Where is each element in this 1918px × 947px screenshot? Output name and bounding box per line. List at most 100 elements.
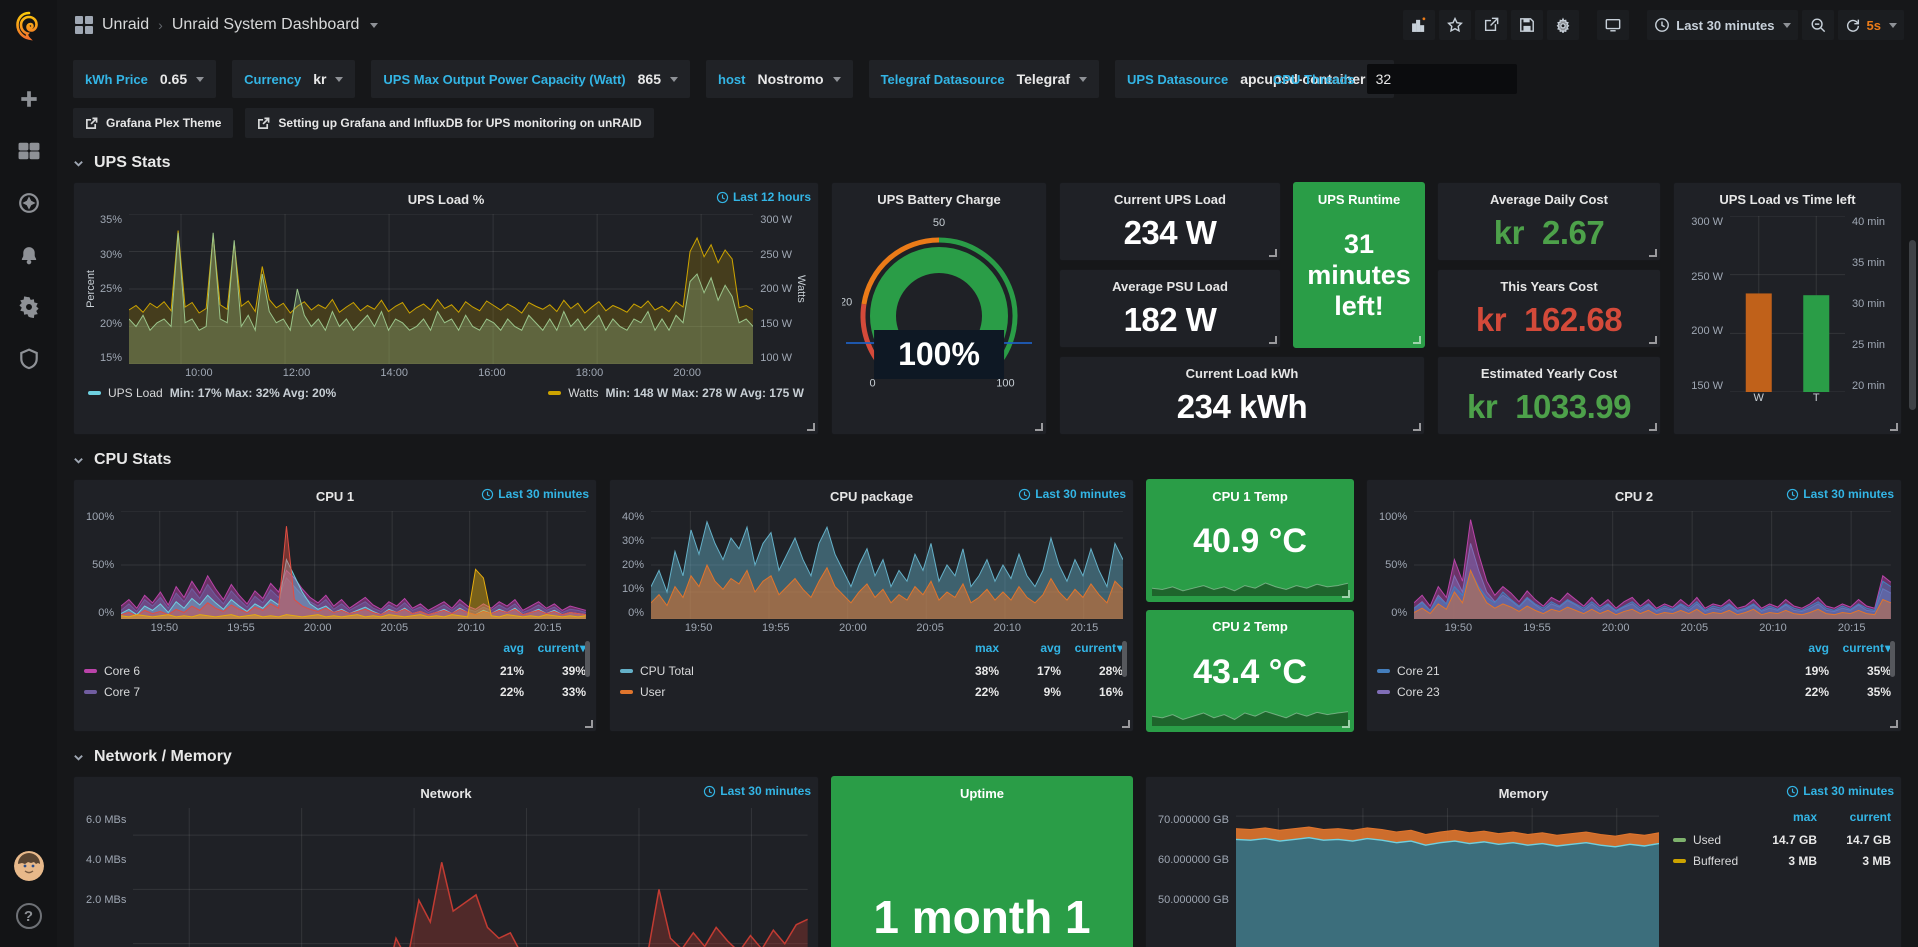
panel-title[interactable]: Average Daily Cost (1490, 192, 1608, 207)
save-dashboard-button[interactable] (1511, 10, 1543, 40)
server-admin-shield-icon[interactable] (16, 346, 42, 372)
panel-title[interactable]: Uptime (960, 786, 1004, 801)
panel-title[interactable]: Network (420, 786, 471, 801)
panel-title[interactable]: Current UPS Load (1114, 192, 1226, 207)
series-color-marker (548, 391, 561, 395)
share-dashboard-button[interactable] (1475, 10, 1507, 40)
panel-time-range[interactable]: Last 30 minutes (703, 784, 811, 798)
legend-scrollbar[interactable] (1890, 641, 1895, 677)
panel-title[interactable]: CPU 2 (1615, 489, 1653, 504)
load-vs-time-chart[interactable] (1730, 216, 1845, 392)
legend-series-name[interactable]: Used (1673, 833, 1743, 847)
variable-dropdown[interactable]: UPS Max Output Power Capacity (Watt) 865 (371, 60, 690, 98)
panel-title[interactable]: CPU 1 (316, 489, 354, 504)
legend-column-header[interactable]: current (1829, 641, 1891, 660)
external-link-icon (85, 117, 98, 130)
legend-series-name[interactable]: Watts (568, 386, 598, 400)
network-chart[interactable] (133, 808, 808, 947)
legend-column-header[interactable]: avg (1767, 641, 1829, 660)
panel-title[interactable]: Current Load kWh (1186, 366, 1299, 381)
row-header-cpu-stats[interactable]: CPU Stats (73, 443, 1902, 477)
legend-series-name[interactable]: Buffered (1673, 854, 1743, 868)
cpu-package-chart[interactable] (651, 511, 1123, 619)
memory-chart[interactable] (1236, 808, 1659, 947)
panel-title[interactable]: This Years Cost (1500, 279, 1597, 294)
row-header-network-memory[interactable]: Network / Memory (73, 740, 1902, 774)
breadcrumb-dashboard-title[interactable]: Unraid System Dashboard (172, 16, 360, 34)
legend-column-header[interactable]: current (1817, 810, 1891, 829)
ups-load-chart[interactable] (129, 214, 753, 364)
star-dashboard-button[interactable] (1439, 10, 1471, 40)
user-avatar[interactable] (14, 851, 44, 881)
panel-title[interactable]: UPS Runtime (1318, 192, 1400, 207)
cpu2-chart[interactable] (1414, 511, 1891, 619)
legend-column-header[interactable]: current (524, 641, 586, 660)
zoom-out-time-button[interactable] (1802, 10, 1834, 40)
x-axis: 10:0012:0014:0016:0018:0020:00 (150, 364, 736, 381)
battery-gauge[interactable]: 02050100 100% (842, 212, 1036, 424)
panel-title[interactable]: Estimated Yearly Cost (1481, 366, 1617, 381)
dashboard-settings-button[interactable] (1547, 10, 1579, 40)
create-icon[interactable] (16, 86, 42, 112)
panel-time-range[interactable]: Last 30 minutes (481, 487, 589, 501)
explore-icon[interactable] (16, 190, 42, 216)
breadcrumb-separator: › (158, 17, 163, 33)
series-color-marker (620, 669, 633, 673)
legend-series-name[interactable]: Core 7 (84, 685, 462, 699)
legend-series-name[interactable]: User (620, 685, 937, 699)
legend-series-name[interactable]: UPS Load (108, 386, 163, 400)
dashboards-icon[interactable] (16, 138, 42, 164)
variable-dropdown[interactable]: Currency kr (232, 60, 355, 98)
panel-title[interactable]: Memory (1499, 786, 1549, 801)
grafana-logo-icon[interactable] (0, 0, 57, 52)
legend-scrollbar[interactable] (1122, 641, 1127, 677)
dashboard-link[interactable]: Setting up Grafana and InfluxDB for UPS … (245, 108, 653, 138)
row-header-ups-stats[interactable]: UPS Stats (73, 146, 1902, 180)
legend-column-header[interactable]: current (1061, 641, 1123, 660)
variable-dropdown[interactable]: host Nostromo (706, 60, 853, 98)
panel-title[interactable]: Average PSU Load (1112, 279, 1228, 294)
legend-scrollbar[interactable] (585, 641, 590, 677)
breadcrumb[interactable]: Unraid › Unraid System Dashboard (75, 16, 378, 34)
legend-column-header[interactable]: max (1743, 810, 1817, 829)
panel-time-range[interactable]: Last 30 minutes (1786, 784, 1894, 798)
legend-row: Core 7 22% 33% (84, 681, 586, 702)
panel-title[interactable]: UPS Load vs Time left (1719, 192, 1855, 207)
legend-column-header[interactable]: avg (999, 641, 1061, 660)
legend-series-name[interactable]: Core 23 (1377, 685, 1767, 699)
x-axis: 19:5019:5520:0020:0520:1020:15 (1419, 619, 1891, 636)
panel-cpu-1: CPU 1 Last 30 minutes 100%50%0% 19:5019:… (73, 479, 597, 732)
y-axis-left: 100%50%0% (1377, 511, 1414, 619)
panel-title[interactable]: UPS Load % (408, 192, 485, 207)
variable-dropdown[interactable]: Telegraf Datasource Telegraf (869, 60, 1099, 98)
chevron-down-icon (335, 77, 343, 82)
variable-dropdown[interactable]: kWh Price 0.65 (73, 60, 216, 98)
panel-title[interactable]: CPU 2 Temp (1212, 619, 1288, 634)
panel-title[interactable]: UPS Battery Charge (877, 192, 1001, 207)
panel-time-range[interactable]: Last 12 hours (716, 190, 811, 204)
series-color-marker (620, 690, 633, 694)
panel-time-range[interactable]: Last 30 minutes (1018, 487, 1126, 501)
legend-column-header[interactable]: max (937, 641, 999, 660)
panel-title[interactable]: CPU package (830, 489, 913, 504)
legend-row: User 22% 9% 16% (620, 681, 1123, 702)
refresh-button[interactable]: 5s (1838, 10, 1904, 40)
cycle-view-tv-button[interactable] (1597, 10, 1629, 40)
panel-title[interactable]: CPU 1 Temp (1212, 489, 1288, 504)
add-panel-button[interactable] (1403, 10, 1435, 40)
legend-series-name[interactable]: Core 21 (1377, 664, 1767, 678)
legend-column-header[interactable]: avg (462, 641, 524, 660)
configuration-gear-icon[interactable] (16, 294, 42, 320)
time-range-picker[interactable]: Last 30 minutes (1647, 10, 1797, 40)
legend-series-name[interactable]: CPU Total (620, 664, 937, 678)
panel-time-range[interactable]: Last 30 minutes (1786, 487, 1894, 501)
cpu1-chart[interactable] (121, 511, 586, 619)
legend-series-name[interactable]: Core 6 (84, 664, 462, 678)
help-icon[interactable]: ? (16, 903, 42, 929)
dashboard-link[interactable]: Grafana Plex Theme (73, 108, 233, 138)
alerting-bell-icon[interactable] (16, 242, 42, 268)
breadcrumb-app[interactable]: Unraid (102, 16, 149, 34)
page-scrollbar[interactable] (1909, 240, 1916, 410)
time-range-label: Last 30 minutes (1676, 18, 1774, 33)
cpu-threads-input[interactable]: 32 (1367, 64, 1517, 94)
